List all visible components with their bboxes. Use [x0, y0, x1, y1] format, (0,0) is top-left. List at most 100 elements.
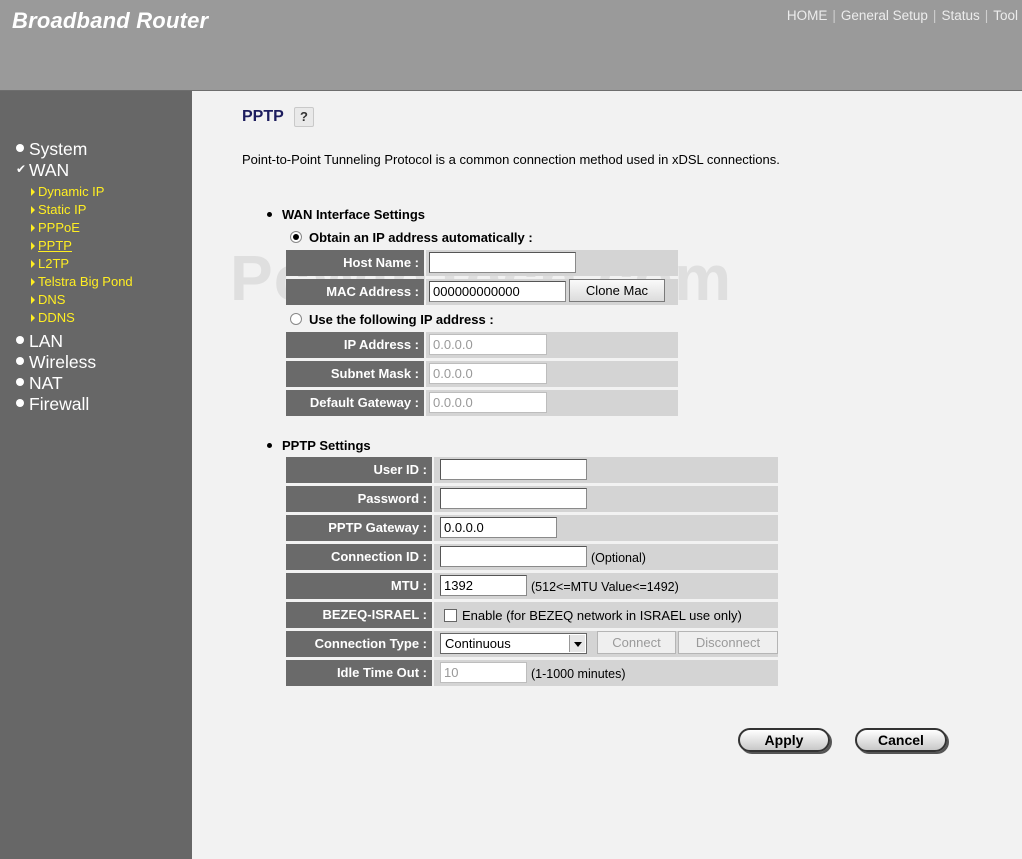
sidebar-item-system[interactable]: System — [16, 139, 87, 160]
nav-status-link[interactable]: Status — [941, 8, 979, 23]
sidebar-item-nat[interactable]: NAT — [16, 373, 63, 394]
chevron-down-icon — [569, 635, 585, 652]
arrow-right-icon — [31, 313, 35, 322]
connection-id-label: Connection ID : — [286, 544, 432, 570]
sidebar-subitem-label: PPTP — [38, 238, 72, 253]
pptp-gateway-label: PPTP Gateway : — [286, 515, 432, 541]
bezeq-checkbox-label: Enable (for BEZEQ network in ISRAEL use … — [462, 608, 742, 623]
mtu-input[interactable] — [440, 575, 527, 596]
main-content: PPTP ? Point-to-Point Tunneling Protocol… — [192, 91, 1022, 859]
disconnect-button[interactable]: Disconnect — [678, 631, 778, 654]
sidebar-subitem-label: L2TP — [38, 256, 70, 271]
bullet-icon — [16, 399, 24, 408]
sidebar-item-label: NAT — [29, 373, 63, 393]
pptp-gateway-input[interactable] — [440, 517, 557, 538]
nav-tool-link[interactable]: Tool — [993, 8, 1018, 23]
header: Broadband Router HOME | General Setup | Stat… — [0, 0, 1022, 91]
checkbox-icon — [444, 609, 457, 623]
connection-type-select[interactable]: Continuous — [440, 633, 587, 654]
host-name-label: Host Name : — [286, 250, 424, 276]
default-gateway-label: Default Gateway : — [286, 390, 424, 416]
nav-separator: | — [932, 8, 937, 23]
arrow-right-icon — [31, 205, 35, 214]
section-title-text: PPTP Settings — [282, 438, 371, 453]
ip-address-input[interactable] — [429, 334, 547, 355]
sidebar-subitem-telstra[interactable]: Telstra Big Pond — [31, 274, 133, 289]
connection-id-note: (Optional) — [591, 551, 646, 565]
bullet-icon — [16, 378, 24, 387]
sidebar-subitem-pptp[interactable]: PPTP — [31, 238, 72, 253]
connection-type-value: Continuous — [445, 636, 511, 651]
apply-button[interactable]: Apply — [738, 728, 830, 752]
sidebar-item-label: LAN — [29, 331, 64, 351]
connect-button[interactable]: Connect — [597, 631, 676, 654]
pptp-section-title: PPTP Settings — [267, 438, 371, 453]
mtu-label: MTU : — [286, 573, 432, 599]
sidebar-subitem-label: Static IP — [38, 202, 87, 217]
cancel-button[interactable]: Cancel — [855, 728, 947, 752]
nav-general-setup-link[interactable]: General Setup — [841, 8, 928, 23]
nav-separator: | — [832, 8, 836, 23]
clone-mac-button[interactable]: Clone Mac — [569, 279, 665, 302]
page-description: Point-to-Point Tunneling Protocol is a c… — [242, 152, 780, 167]
arrow-right-icon — [31, 295, 35, 304]
subnet-mask-label: Subnet Mask : — [286, 361, 424, 387]
page-title: PPTP — [242, 108, 284, 125]
logo: Broadband Router — [12, 8, 209, 33]
arrow-right-icon — [31, 241, 35, 250]
password-label: Password : — [286, 486, 432, 512]
radio-label: Obtain an IP address automatically : — [309, 230, 533, 245]
password-input[interactable] — [440, 488, 587, 509]
subnet-mask-input[interactable] — [429, 363, 547, 384]
sidebar-subitem-ddns[interactable]: DDNS — [31, 310, 75, 325]
section-title-text: WAN Interface Settings — [282, 207, 426, 222]
connection-id-input[interactable] — [440, 546, 587, 567]
arrow-right-icon — [31, 223, 35, 232]
bullet-icon — [16, 336, 24, 345]
sidebar-subitem-l2tp[interactable]: L2TP — [31, 256, 69, 271]
idle-time-out-label: Idle Time Out : — [286, 660, 432, 686]
sidebar-subitem-label: DNS — [38, 292, 66, 307]
help-icon[interactable]: ? — [294, 107, 314, 127]
sidebar-item-lan[interactable]: LAN — [16, 331, 63, 352]
arrow-right-icon — [31, 259, 35, 268]
radio-unchecked-icon — [290, 312, 302, 325]
ip-address-label: IP Address : — [286, 332, 424, 358]
sidebar-subitem-static-ip[interactable]: Static IP — [31, 202, 86, 217]
host-name-input[interactable] — [429, 252, 576, 273]
sidebar-item-firewall[interactable]: Firewall — [16, 394, 89, 415]
sidebar-subitem-pppoe[interactable]: PPPoE — [31, 220, 80, 235]
arrow-right-icon — [31, 187, 35, 196]
bullet-icon — [267, 443, 272, 449]
default-gateway-input[interactable] — [429, 392, 547, 413]
sidebar-item-wan[interactable]: ✔ WAN — [16, 160, 69, 181]
sidebar-subitem-dns[interactable]: DNS — [31, 292, 65, 307]
sidebar-item-label: Wireless — [29, 352, 97, 372]
idle-time-out-input[interactable] — [440, 662, 527, 683]
idle-time-out-note: (1-1000 minutes) — [531, 667, 626, 681]
use-following-radio[interactable]: Use the following IP address : — [290, 312, 494, 327]
mac-address-input[interactable] — [429, 281, 566, 302]
bezeq-label: BEZEQ-ISRAEL : — [286, 602, 432, 628]
sidebar-subitem-dynamic-ip[interactable]: Dynamic IP — [31, 184, 104, 199]
sidebar-item-label: Firewall — [29, 394, 90, 414]
mtu-note: (512<=MTU Value<=1492) — [531, 580, 679, 594]
top-nav: HOME | General Setup | Status | Tool — [787, 8, 1018, 23]
sidebar-subitem-label: Telstra Big Pond — [38, 274, 133, 289]
nav-separator: | — [984, 8, 989, 23]
user-id-input[interactable] — [440, 459, 587, 480]
bullet-icon — [16, 144, 24, 153]
sidebar-subitem-label: PPPoE — [38, 220, 80, 235]
user-id-label: User ID : — [286, 457, 432, 483]
obtain-auto-radio[interactable]: Obtain an IP address automatically : — [290, 230, 533, 245]
sidebar-item-label: WAN — [29, 160, 70, 180]
sidebar-item-label: System — [29, 139, 88, 159]
nav-home-link[interactable]: HOME — [787, 8, 828, 23]
sidebar: System ✔ WAN Dynamic IP Static IP PPPoE P… — [0, 91, 192, 859]
bullet-icon — [16, 357, 24, 366]
bullet-icon — [267, 212, 272, 218]
sidebar-item-wireless[interactable]: Wireless — [16, 352, 96, 373]
radio-label: Use the following IP address : — [309, 312, 494, 327]
sidebar-subitem-label: DDNS — [38, 310, 75, 325]
bezeq-checkbox[interactable]: Enable (for BEZEQ network in ISRAEL use … — [444, 608, 742, 623]
